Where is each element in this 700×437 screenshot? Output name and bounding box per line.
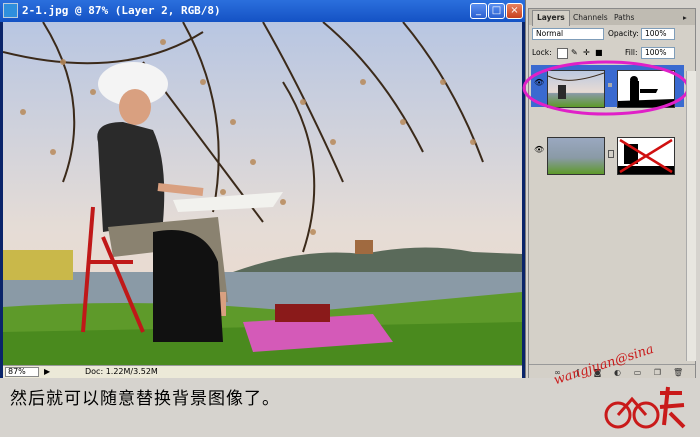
layer-thumbnail bbox=[547, 137, 605, 175]
maximize-button[interactable]: □ bbox=[488, 3, 505, 19]
minimize-button[interactable]: _ bbox=[470, 3, 487, 19]
image-canvas[interactable] bbox=[3, 22, 522, 365]
lock-position-icon[interactable]: ✛ bbox=[583, 48, 590, 57]
caption-area: 然后就可以随意替换背景图像了。 bbox=[0, 378, 700, 437]
photo-scene bbox=[3, 22, 522, 365]
mask-link-icon[interactable] bbox=[608, 150, 614, 158]
tab-paths[interactable]: Paths bbox=[610, 11, 638, 24]
lock-pixels-icon[interactable]: ✎ bbox=[571, 48, 578, 57]
title-bar[interactable]: 2-1.jpg @ 87% (Layer 2, RGB/8) _ □ × bbox=[0, 0, 525, 22]
document-window: 2-1.jpg @ 87% (Layer 2, RGB/8) _ □ × 87%… bbox=[0, 0, 526, 379]
watermark-logo bbox=[604, 386, 686, 429]
close-button[interactable]: × bbox=[506, 3, 523, 19]
layers-scrollbar[interactable] bbox=[686, 71, 696, 361]
visibility-eye-icon[interactable]: 👁 bbox=[534, 146, 544, 154]
new-layer-icon[interactable]: ❐ bbox=[653, 368, 662, 377]
paint-box bbox=[275, 304, 330, 322]
delete-layer-icon[interactable]: 🗑 bbox=[673, 368, 683, 377]
panel-menu-icon[interactable]: ▸ bbox=[679, 11, 691, 24]
pagoda bbox=[355, 240, 373, 254]
tutorial-caption: 然后就可以随意替换背景图像了。 bbox=[10, 389, 280, 409]
lock-transparency-icon[interactable] bbox=[557, 48, 568, 59]
layer-row-layer-1[interactable]: 👁 bbox=[531, 132, 684, 175]
status-bar: 87% ▶ Doc: 1.22M/3.52M bbox=[3, 365, 522, 379]
layers-panel: Layers Channels Paths ▸ Normal Opacity: … bbox=[522, 8, 696, 380]
photoshop-icon bbox=[3, 3, 18, 18]
layer-mask-thumbnail[interactable] bbox=[617, 137, 675, 175]
lock-all-icon[interactable]: ■ bbox=[595, 48, 603, 57]
lock-label: Lock: bbox=[532, 48, 552, 57]
doc-size: Doc: 1.22M/3.52M bbox=[85, 367, 158, 376]
highlight-ellipse bbox=[522, 60, 690, 116]
opacity-field[interactable]: 100% bbox=[641, 28, 675, 40]
blend-mode-select[interactable]: Normal bbox=[532, 28, 604, 40]
fill-field[interactable]: 100% bbox=[641, 47, 675, 59]
fill-label: Fill: bbox=[625, 48, 638, 57]
yellow-foliage bbox=[3, 250, 73, 280]
window-title: 2-1.jpg @ 87% (Layer 2, RGB/8) bbox=[22, 4, 221, 17]
zoom-field[interactable]: 87% bbox=[5, 367, 39, 377]
status-menu-icon[interactable]: ▶ bbox=[44, 367, 50, 377]
tab-channels[interactable]: Channels bbox=[569, 11, 612, 24]
opacity-label: Opacity: bbox=[608, 29, 639, 38]
tab-layers[interactable]: Layers bbox=[532, 10, 570, 26]
new-group-icon[interactable]: ▭ bbox=[633, 368, 642, 377]
panel-tabs: Layers Channels Paths ▸ bbox=[529, 9, 695, 26]
